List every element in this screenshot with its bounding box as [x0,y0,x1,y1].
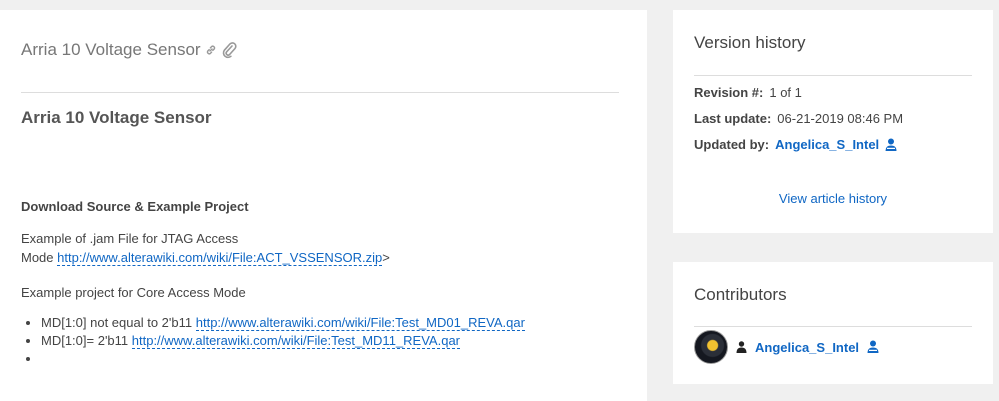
last-update-label: Last update: [694,111,772,126]
updated-by-label: Updated by: [694,137,770,152]
contributors-title: Contributors [694,285,787,304]
md11-link[interactable]: http://www.alterawiki.com/wiki/File:Test… [131,333,460,349]
jam-text: Example of .jam File for JTAG Access [21,231,239,246]
employee-badge-icon [867,340,879,354]
jam-text-mode: Mode [21,250,58,265]
version-history-divider [694,75,972,76]
revision-row: Revision #: 1 of 1 [694,85,802,100]
jam-suffix: > [382,250,390,265]
page-header: Arria 10 Voltage Sensor [21,40,237,60]
example-list: MD[1:0] not equal to 2'b11 http://www.al… [21,314,525,368]
contributors-card: Contributors Angelica_S_Intel [673,262,993,384]
section-heading: Download Source & Example Project [21,199,249,214]
revision-label: Revision #: [694,85,764,100]
list-item [41,350,525,368]
list-item: MD[1:0]= 2'b11 http://www.alterawiki.com… [41,332,525,350]
header-divider [21,92,619,93]
paperclip-icon[interactable] [221,41,237,59]
updated-by-row: Updated by: Angelica_S_Intel [694,137,897,152]
person-icon [736,341,747,353]
list-item: MD[1:0] not equal to 2'b11 http://www.al… [41,314,525,332]
page-title: Arria 10 Voltage Sensor [21,40,201,59]
list-item-text: MD[1:0]= 2'b11 [41,333,132,348]
contributor-name-link[interactable]: Angelica_S_Intel [755,340,859,355]
core-paragraph: Example project for Core Access Mode [21,285,246,300]
avatar[interactable] [694,330,728,364]
contributor-item: Angelica_S_Intel [694,330,879,364]
revision-value: 1 of 1 [769,85,802,100]
employee-badge-icon [885,138,897,152]
md01-link[interactable]: http://www.alterawiki.com/wiki/File:Test… [195,315,525,331]
article-card: Arria 10 Voltage Sensor Arria 10 Voltage… [0,10,647,401]
contributors-divider [694,326,972,327]
jam-paragraph: Example of .jam File for JTAG Access Mod… [21,229,441,267]
article-heading: Arria 10 Voltage Sensor [21,108,212,127]
list-item-text: MD[1:0] not equal to 2'b11 [41,315,196,330]
updated-by-user-link[interactable]: Angelica_S_Intel [775,137,879,152]
last-update-value: 06-21-2019 08:46 PM [777,111,904,126]
view-article-history-link[interactable]: View article history [673,191,993,206]
jam-file-link[interactable]: http://www.alterawiki.com/wiki/File:ACT_… [57,250,383,266]
last-update-row: Last update: 06-21-2019 08:46 PM [694,111,903,126]
link-icon[interactable] [205,44,217,56]
version-history-card: Version history Revision #: 1 of 1 Last … [673,10,993,233]
version-history-title: Version history [694,33,806,52]
